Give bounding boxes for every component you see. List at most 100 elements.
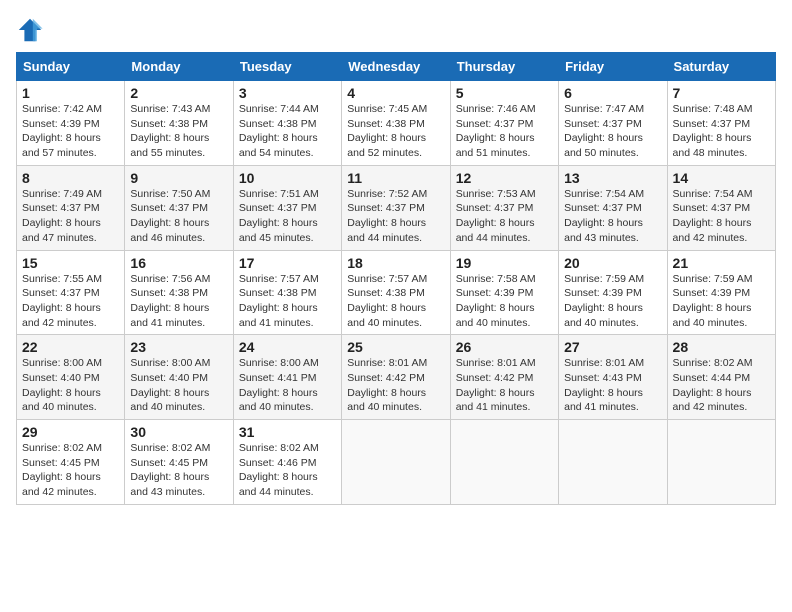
day-number: 2 [130, 85, 227, 101]
day-number: 22 [22, 339, 119, 355]
calendar-cell [667, 420, 775, 505]
calendar-cell: 30Sunrise: 8:02 AMSunset: 4:45 PMDayligh… [125, 420, 233, 505]
day-number: 12 [456, 170, 553, 186]
day-number: 15 [22, 255, 119, 271]
day-number: 18 [347, 255, 444, 271]
calendar-cell: 11Sunrise: 7:52 AMSunset: 4:37 PMDayligh… [342, 165, 450, 250]
day-number: 23 [130, 339, 227, 355]
day-info: Sunrise: 7:44 AMSunset: 4:38 PMDaylight:… [239, 102, 336, 161]
calendar-cell: 15Sunrise: 7:55 AMSunset: 4:37 PMDayligh… [17, 250, 125, 335]
day-info: Sunrise: 7:48 AMSunset: 4:37 PMDaylight:… [673, 102, 770, 161]
calendar-week-row: 1Sunrise: 7:42 AMSunset: 4:39 PMDaylight… [17, 81, 776, 166]
day-number: 19 [456, 255, 553, 271]
calendar-cell: 17Sunrise: 7:57 AMSunset: 4:38 PMDayligh… [233, 250, 341, 335]
day-info: Sunrise: 7:53 AMSunset: 4:37 PMDaylight:… [456, 187, 553, 246]
day-info: Sunrise: 8:02 AMSunset: 4:45 PMDaylight:… [130, 441, 227, 500]
col-header-friday: Friday [559, 53, 667, 81]
day-number: 13 [564, 170, 661, 186]
day-info: Sunrise: 8:02 AMSunset: 4:46 PMDaylight:… [239, 441, 336, 500]
day-number: 3 [239, 85, 336, 101]
day-number: 1 [22, 85, 119, 101]
calendar-cell: 27Sunrise: 8:01 AMSunset: 4:43 PMDayligh… [559, 335, 667, 420]
calendar-cell: 2Sunrise: 7:43 AMSunset: 4:38 PMDaylight… [125, 81, 233, 166]
day-info: Sunrise: 7:59 AMSunset: 4:39 PMDaylight:… [673, 272, 770, 331]
day-number: 11 [347, 170, 444, 186]
day-number: 16 [130, 255, 227, 271]
calendar-cell: 12Sunrise: 7:53 AMSunset: 4:37 PMDayligh… [450, 165, 558, 250]
day-number: 20 [564, 255, 661, 271]
calendar-table: SundayMondayTuesdayWednesdayThursdayFrid… [16, 52, 776, 505]
col-header-sunday: Sunday [17, 53, 125, 81]
calendar-cell: 28Sunrise: 8:02 AMSunset: 4:44 PMDayligh… [667, 335, 775, 420]
calendar-cell: 29Sunrise: 8:02 AMSunset: 4:45 PMDayligh… [17, 420, 125, 505]
calendar-cell: 19Sunrise: 7:58 AMSunset: 4:39 PMDayligh… [450, 250, 558, 335]
col-header-tuesday: Tuesday [233, 53, 341, 81]
day-info: Sunrise: 7:47 AMSunset: 4:37 PMDaylight:… [564, 102, 661, 161]
calendar-cell: 9Sunrise: 7:50 AMSunset: 4:37 PMDaylight… [125, 165, 233, 250]
calendar-cell: 1Sunrise: 7:42 AMSunset: 4:39 PMDaylight… [17, 81, 125, 166]
day-info: Sunrise: 7:55 AMSunset: 4:37 PMDaylight:… [22, 272, 119, 331]
day-info: Sunrise: 7:59 AMSunset: 4:39 PMDaylight:… [564, 272, 661, 331]
day-number: 17 [239, 255, 336, 271]
logo [16, 16, 46, 44]
day-number: 7 [673, 85, 770, 101]
day-number: 26 [456, 339, 553, 355]
col-header-monday: Monday [125, 53, 233, 81]
calendar-cell: 20Sunrise: 7:59 AMSunset: 4:39 PMDayligh… [559, 250, 667, 335]
calendar-cell: 13Sunrise: 7:54 AMSunset: 4:37 PMDayligh… [559, 165, 667, 250]
day-info: Sunrise: 7:52 AMSunset: 4:37 PMDaylight:… [347, 187, 444, 246]
day-info: Sunrise: 8:02 AMSunset: 4:44 PMDaylight:… [673, 356, 770, 415]
calendar-cell: 22Sunrise: 8:00 AMSunset: 4:40 PMDayligh… [17, 335, 125, 420]
day-number: 30 [130, 424, 227, 440]
logo-icon [16, 16, 44, 44]
day-info: Sunrise: 8:00 AMSunset: 4:40 PMDaylight:… [130, 356, 227, 415]
day-info: Sunrise: 7:57 AMSunset: 4:38 PMDaylight:… [239, 272, 336, 331]
day-number: 25 [347, 339, 444, 355]
col-header-wednesday: Wednesday [342, 53, 450, 81]
day-info: Sunrise: 8:01 AMSunset: 4:42 PMDaylight:… [456, 356, 553, 415]
day-info: Sunrise: 7:51 AMSunset: 4:37 PMDaylight:… [239, 187, 336, 246]
day-info: Sunrise: 7:46 AMSunset: 4:37 PMDaylight:… [456, 102, 553, 161]
day-info: Sunrise: 8:01 AMSunset: 4:42 PMDaylight:… [347, 356, 444, 415]
calendar-cell: 31Sunrise: 8:02 AMSunset: 4:46 PMDayligh… [233, 420, 341, 505]
calendar-cell [450, 420, 558, 505]
day-number: 27 [564, 339, 661, 355]
calendar-cell: 26Sunrise: 8:01 AMSunset: 4:42 PMDayligh… [450, 335, 558, 420]
day-info: Sunrise: 7:54 AMSunset: 4:37 PMDaylight:… [673, 187, 770, 246]
day-number: 31 [239, 424, 336, 440]
calendar-header-row: SundayMondayTuesdayWednesdayThursdayFrid… [17, 53, 776, 81]
calendar-cell: 6Sunrise: 7:47 AMSunset: 4:37 PMDaylight… [559, 81, 667, 166]
calendar-cell: 8Sunrise: 7:49 AMSunset: 4:37 PMDaylight… [17, 165, 125, 250]
calendar-cell: 25Sunrise: 8:01 AMSunset: 4:42 PMDayligh… [342, 335, 450, 420]
page-header [16, 16, 776, 44]
day-info: Sunrise: 7:49 AMSunset: 4:37 PMDaylight:… [22, 187, 119, 246]
day-info: Sunrise: 8:00 AMSunset: 4:40 PMDaylight:… [22, 356, 119, 415]
day-number: 29 [22, 424, 119, 440]
calendar-cell: 23Sunrise: 8:00 AMSunset: 4:40 PMDayligh… [125, 335, 233, 420]
day-number: 6 [564, 85, 661, 101]
day-info: Sunrise: 8:01 AMSunset: 4:43 PMDaylight:… [564, 356, 661, 415]
day-number: 9 [130, 170, 227, 186]
day-number: 28 [673, 339, 770, 355]
calendar-cell: 24Sunrise: 8:00 AMSunset: 4:41 PMDayligh… [233, 335, 341, 420]
calendar-cell: 10Sunrise: 7:51 AMSunset: 4:37 PMDayligh… [233, 165, 341, 250]
calendar-cell: 3Sunrise: 7:44 AMSunset: 4:38 PMDaylight… [233, 81, 341, 166]
col-header-saturday: Saturday [667, 53, 775, 81]
calendar-week-row: 15Sunrise: 7:55 AMSunset: 4:37 PMDayligh… [17, 250, 776, 335]
logo-text [16, 16, 46, 44]
day-info: Sunrise: 7:43 AMSunset: 4:38 PMDaylight:… [130, 102, 227, 161]
calendar-cell: 21Sunrise: 7:59 AMSunset: 4:39 PMDayligh… [667, 250, 775, 335]
calendar-week-row: 22Sunrise: 8:00 AMSunset: 4:40 PMDayligh… [17, 335, 776, 420]
calendar-cell [559, 420, 667, 505]
day-info: Sunrise: 7:42 AMSunset: 4:39 PMDaylight:… [22, 102, 119, 161]
day-info: Sunrise: 7:45 AMSunset: 4:38 PMDaylight:… [347, 102, 444, 161]
day-info: Sunrise: 7:56 AMSunset: 4:38 PMDaylight:… [130, 272, 227, 331]
calendar-cell: 16Sunrise: 7:56 AMSunset: 4:38 PMDayligh… [125, 250, 233, 335]
day-number: 24 [239, 339, 336, 355]
day-number: 8 [22, 170, 119, 186]
day-info: Sunrise: 7:57 AMSunset: 4:38 PMDaylight:… [347, 272, 444, 331]
calendar-week-row: 29 Sunrise: 8:02 AMSunset: 4:45 PMDayligh… [17, 420, 776, 505]
day-number: 4 [347, 85, 444, 101]
day-number: 14 [673, 170, 770, 186]
calendar-cell: 7Sunrise: 7:48 AMSunset: 4:37 PMDaylight… [667, 81, 775, 166]
